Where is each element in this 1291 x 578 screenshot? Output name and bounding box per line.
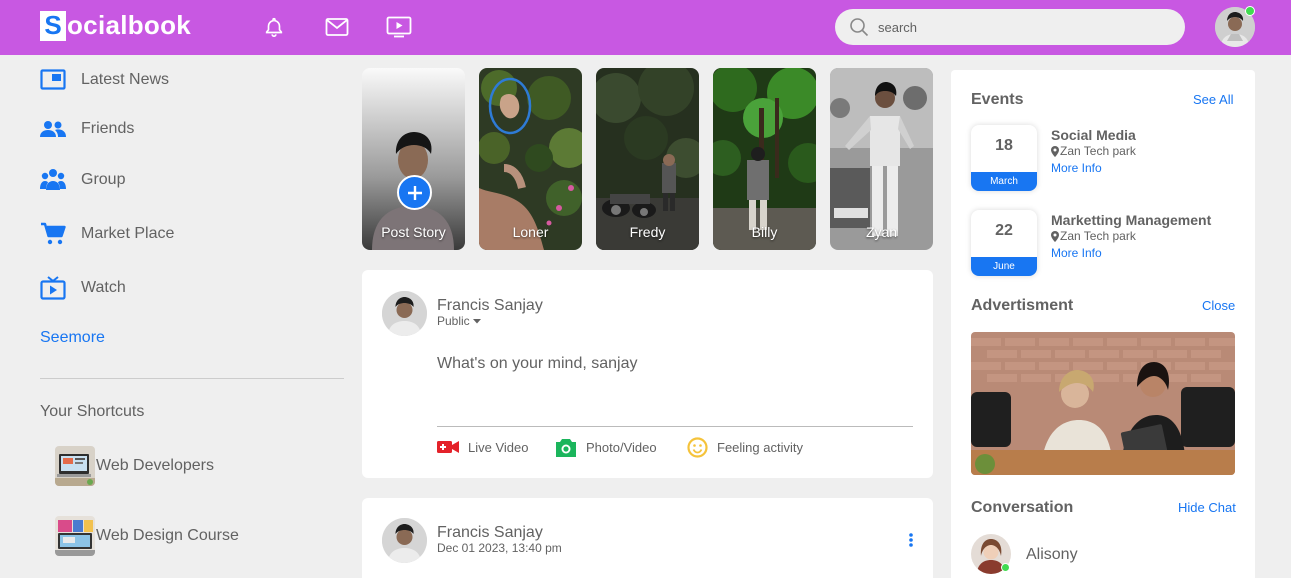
search-icon (850, 18, 869, 37)
news-icon (40, 67, 66, 93)
event-location: Zan Tech park (1051, 144, 1136, 158)
story-image (830, 68, 933, 250)
visibility-selector[interactable]: Public (437, 314, 482, 328)
logo[interactable]: S ocialbook (40, 10, 191, 41)
shortcut-thumbnail (55, 446, 95, 486)
shortcut-thumbnail (55, 516, 95, 556)
shortcut-web-developers[interactable]: Web Developers (55, 446, 214, 486)
location-pin-icon (1051, 230, 1059, 242)
divider (437, 426, 913, 427)
user-avatar[interactable] (382, 291, 427, 336)
sidebar-item-market-place[interactable]: Market Place (40, 221, 174, 247)
logo-letter: S (40, 10, 66, 41)
contact-name[interactable]: Alisony (1026, 546, 1078, 564)
live-video-icon (437, 436, 459, 458)
video-icon[interactable] (386, 14, 412, 40)
add-story-button[interactable] (397, 175, 432, 210)
story-zyan[interactable]: Zyan (830, 68, 933, 250)
shortcuts-heading: Your Shortcuts (40, 403, 145, 420)
close-ad-link[interactable]: Close (1202, 298, 1235, 313)
post-author-name[interactable]: Francis Sanjay (437, 297, 543, 315)
story-billy[interactable]: Billy (713, 68, 816, 250)
action-label: Live Video (468, 439, 529, 455)
event-location-text: Zan Tech park (1060, 144, 1136, 158)
sidebar-item-watch[interactable]: Watch (40, 275, 126, 301)
sidebar-item-latest-news[interactable]: Latest News (40, 67, 169, 93)
logo-text: ocialbook (67, 10, 192, 40)
post-timestamp: Dec 01 2023, 13:40 pm (437, 541, 562, 555)
post-author-name[interactable]: Francis Sanjay (437, 524, 543, 542)
event-location: Zan Tech park (1051, 229, 1136, 243)
events-heading: Events (971, 91, 1024, 108)
sidebar-item-label: Latest News (81, 71, 170, 88)
more-info-link[interactable]: More Info (1051, 246, 1102, 260)
story-post-story[interactable]: Post Story (362, 68, 465, 250)
more-options-icon[interactable] (906, 532, 916, 550)
event-title: Marketting Management (1051, 212, 1212, 228)
event-month: March (971, 172, 1037, 191)
shortcut-label: Web Developers (96, 457, 214, 474)
shortcut-label: Web Design Course (96, 527, 239, 544)
cart-icon (40, 221, 66, 247)
location-pin-icon (1051, 145, 1059, 157)
story-image (713, 68, 816, 250)
story-loner[interactable]: Loner (479, 68, 582, 250)
user-avatar[interactable] (382, 518, 427, 563)
sidebar-item-label: Watch (81, 279, 126, 296)
advertisement-image[interactable] (971, 332, 1235, 475)
sidebar-item-friends[interactable]: Friends (40, 116, 134, 142)
conversation-heading: Conversation (971, 499, 1074, 516)
divider (40, 378, 344, 379)
action-label: Photo/Video (586, 439, 657, 455)
mail-icon[interactable] (324, 14, 350, 40)
sidebar-item-label: Market Place (81, 225, 175, 242)
event-month: June (971, 257, 1037, 276)
story-label: Loner (512, 224, 549, 240)
story-label: Zyan (865, 224, 898, 240)
search-bar[interactable] (835, 9, 1185, 45)
plus-icon (407, 185, 422, 200)
story-image (479, 68, 582, 250)
see-all-link[interactable]: See All (1193, 92, 1233, 107)
event-title: Social Media (1051, 127, 1136, 143)
shortcut-web-design-course[interactable]: Web Design Course (55, 516, 239, 556)
event-day: 18 (995, 137, 1013, 154)
seemore-link[interactable]: Seemore (40, 329, 105, 347)
search-input[interactable] (878, 19, 1158, 35)
tv-icon (40, 275, 66, 301)
story-fredy[interactable]: Fredy (596, 68, 699, 250)
post-input[interactable]: What's on your mind, sanjay (437, 355, 637, 373)
advertisement-heading: Advertisment (971, 297, 1074, 314)
online-status-dot (1245, 6, 1255, 16)
event-day: 22 (995, 222, 1013, 239)
group-icon (40, 167, 66, 193)
event-date: 22 June (971, 210, 1037, 276)
sidebar-item-label: Friends (81, 120, 135, 137)
action-label: Feeling activity (717, 439, 803, 455)
event-date: 18 March (971, 125, 1037, 191)
sidebar-item-group[interactable]: Group (40, 167, 125, 193)
smile-icon (686, 436, 708, 458)
story-image (362, 68, 465, 250)
sidebar-item-label: Group (81, 171, 126, 188)
story-label: Billy (751, 224, 778, 240)
camera-icon (555, 436, 577, 458)
visibility-label: Public (437, 314, 470, 328)
story-label: Post Story (381, 224, 446, 240)
feeling-activity-button[interactable]: Feeling activity (686, 436, 803, 458)
event-location-text: Zan Tech park (1060, 229, 1136, 243)
caret-down-icon (472, 319, 481, 324)
story-label: Fredy (629, 224, 666, 240)
top-navbar: S ocialbook (0, 0, 1291, 55)
live-video-button[interactable]: Live Video (437, 436, 528, 458)
bell-icon[interactable] (261, 14, 287, 40)
friends-icon (40, 116, 66, 142)
photo-video-button[interactable]: Photo/Video (555, 436, 657, 458)
hide-chat-link[interactable]: Hide Chat (1178, 500, 1236, 515)
story-image (596, 68, 699, 250)
more-info-link[interactable]: More Info (1051, 161, 1102, 175)
online-status-dot (1001, 563, 1010, 572)
